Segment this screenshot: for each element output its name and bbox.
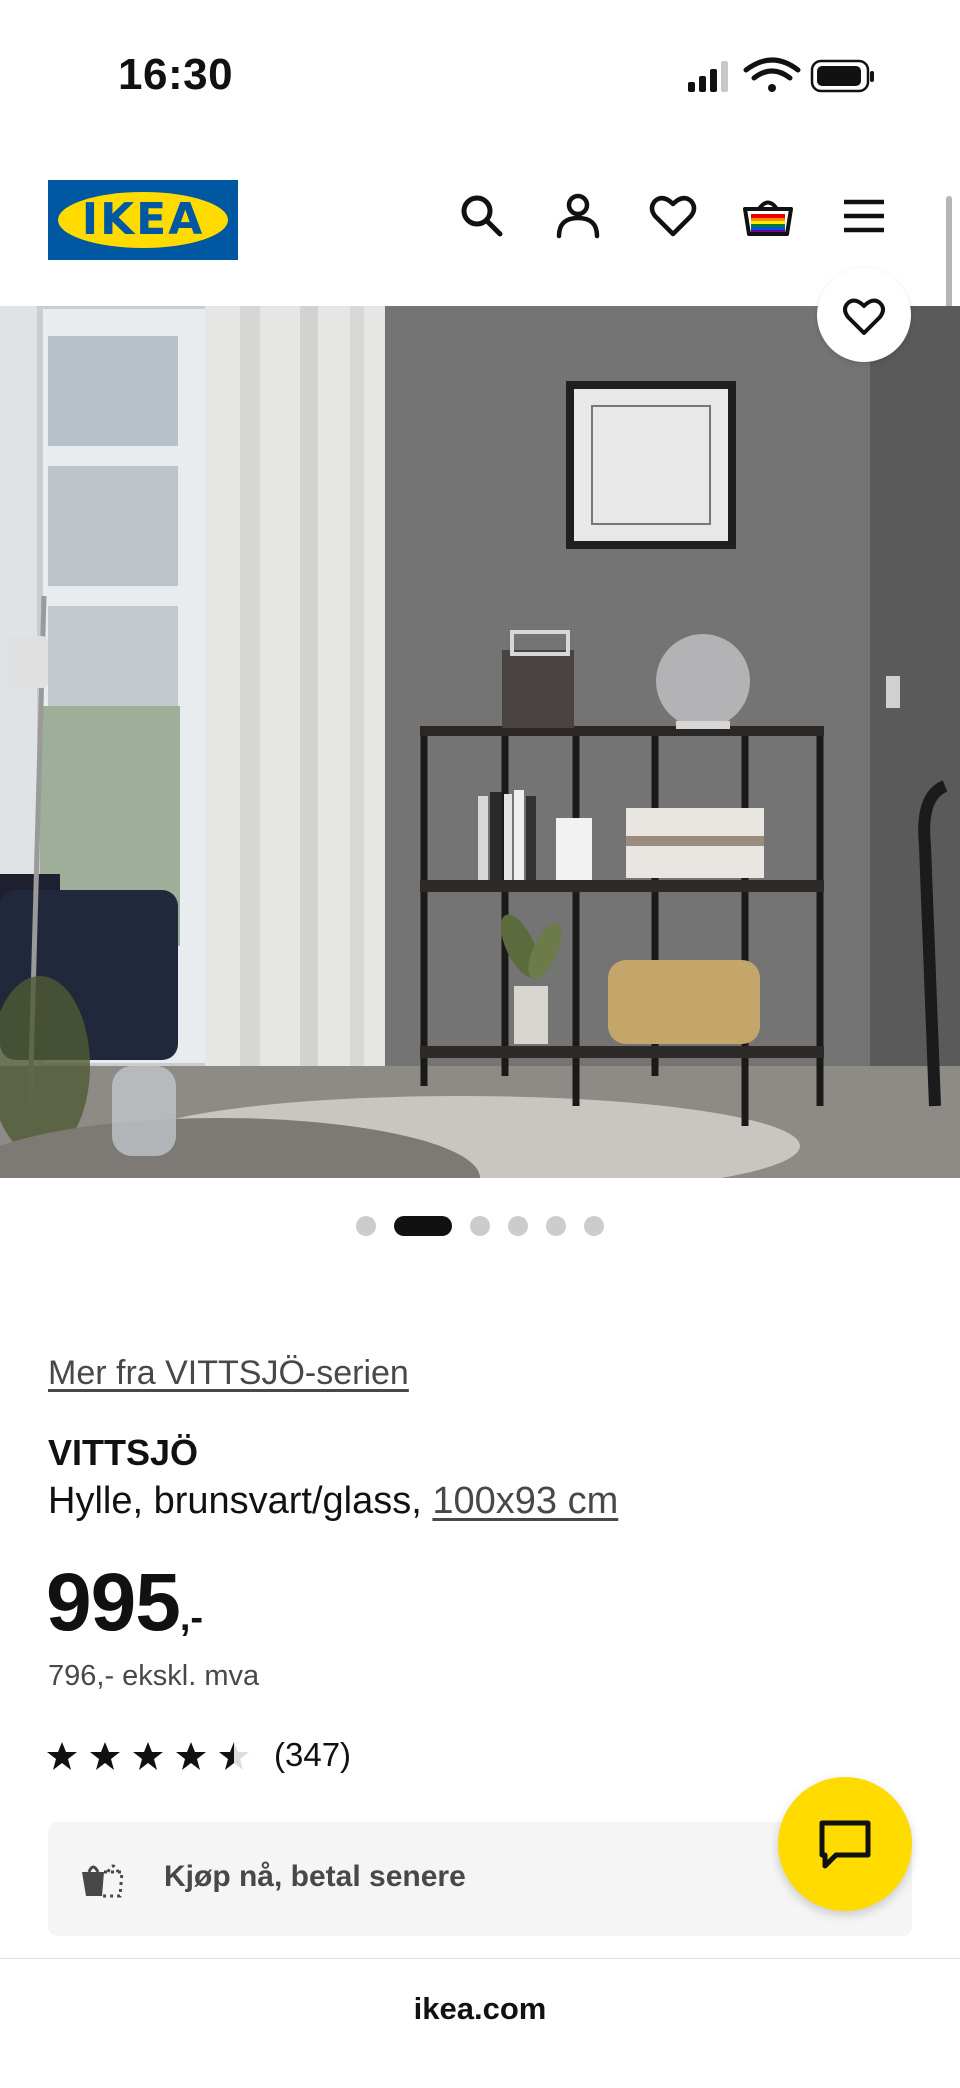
product-price: 995,- bbox=[46, 1556, 203, 1650]
search-icon[interactable] bbox=[456, 190, 508, 242]
wifi-icon bbox=[743, 57, 801, 92]
carousel-dot-5[interactable] bbox=[546, 1216, 566, 1236]
star-full-icon bbox=[90, 1742, 120, 1770]
add-to-favourites-button[interactable] bbox=[817, 268, 911, 362]
product-rating[interactable]: (347) bbox=[46, 1734, 446, 1778]
scrollbar[interactable] bbox=[946, 196, 952, 316]
star-half-icon bbox=[219, 1742, 249, 1770]
carousel-dot-6[interactable] bbox=[584, 1216, 604, 1236]
star-full-icon bbox=[47, 1742, 77, 1770]
carousel-dot-4[interactable] bbox=[508, 1216, 528, 1236]
wishlist-heart-icon[interactable] bbox=[647, 190, 699, 242]
price-excluding-vat: 796,- ekskl. mva bbox=[48, 1660, 260, 1692]
product-name: VITTSJÖ bbox=[48, 1432, 199, 1473]
browser-address-bar[interactable]: ikea.com bbox=[0, 1958, 960, 2088]
battery-icon bbox=[810, 59, 874, 93]
chat-icon bbox=[819, 1820, 871, 1869]
star-full-icon bbox=[133, 1742, 163, 1770]
carousel-dot-2-active[interactable] bbox=[394, 1216, 452, 1236]
product-size-link[interactable]: 100x93 cm bbox=[432, 1480, 618, 1522]
cart-icon[interactable] bbox=[742, 190, 794, 242]
star-full-icon bbox=[176, 1742, 206, 1770]
signal-icon bbox=[688, 61, 728, 92]
product-type: Hylle, brunsvart/glass, bbox=[48, 1480, 422, 1522]
chat-button[interactable] bbox=[778, 1777, 912, 1911]
pay-later-icon bbox=[82, 1864, 124, 1898]
menu-icon[interactable] bbox=[838, 190, 890, 242]
price-suffix: ,- bbox=[179, 1597, 204, 1639]
product-image[interactable] bbox=[0, 306, 960, 1178]
status-time: 16:30 bbox=[118, 50, 234, 99]
carousel-dot-3[interactable] bbox=[470, 1216, 490, 1236]
status-icons bbox=[686, 56, 876, 96]
price-amount: 995 bbox=[46, 1557, 181, 1648]
account-icon[interactable] bbox=[552, 190, 604, 242]
series-link[interactable]: Mer fra VITTSJÖ-serien bbox=[48, 1354, 409, 1393]
heart-outline-icon bbox=[843, 298, 885, 335]
pay-later-label: Kjøp nå, betal senere bbox=[164, 1860, 466, 1893]
product-description: Hylle, brunsvart/glass, 100x93 cm bbox=[48, 1480, 618, 1523]
carousel-dot-1[interactable] bbox=[356, 1216, 376, 1236]
browser-domain: ikea.com bbox=[413, 1991, 547, 2026]
ikea-logo[interactable]: IKEA bbox=[48, 180, 238, 260]
review-count[interactable]: (347) bbox=[274, 1736, 351, 1774]
logo-text: IKEA bbox=[81, 194, 205, 245]
